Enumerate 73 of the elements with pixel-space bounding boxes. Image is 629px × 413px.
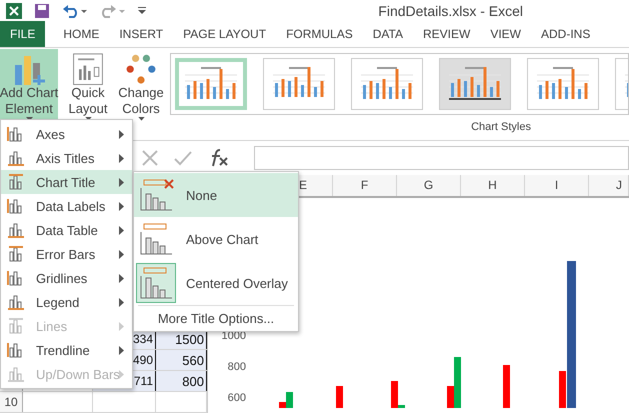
chart-element-icon	[7, 174, 25, 190]
submenu-arrow-icon	[119, 250, 124, 259]
menu-item[interactable]: Chart Title	[1, 170, 132, 194]
submenu-arrow-icon	[119, 322, 124, 331]
ribbon-tab[interactable]: FORMULAS	[276, 21, 363, 47]
submenu-item[interactable]: Above Chart	[134, 217, 298, 261]
menu-item[interactable]: Error Bars	[1, 242, 132, 266]
ribbon-tab[interactable]: INSERT	[109, 21, 174, 47]
customize-toolbar-icon	[138, 6, 146, 15]
ribbon-tab[interactable]: REVIEW	[412, 21, 480, 47]
quick-layout-icon	[71, 52, 105, 86]
ribbon-tab[interactable]: PAGE LAYOUT	[173, 21, 276, 47]
chart-style-option[interactable]	[263, 58, 335, 110]
row-header[interactable]: 10	[0, 392, 23, 412]
more-options-item[interactable]: More Title Options...	[138, 305, 294, 330]
enter-icon	[174, 150, 192, 166]
chart-style-option[interactable]	[439, 58, 511, 110]
menu-item[interactable]: Axis Titles	[1, 146, 132, 170]
submenu-item[interactable]: None	[134, 173, 298, 217]
submenu-arrow-icon	[119, 130, 124, 139]
chart-element-icon	[7, 294, 25, 310]
ribbon-tab[interactable]: DATA	[362, 21, 413, 47]
cancel-icon	[142, 150, 158, 166]
ribbon-tab[interactable]: ADD-INS	[531, 21, 600, 47]
file-tab[interactable]: FILE	[0, 21, 46, 47]
group-label: Chart Styles	[471, 120, 531, 135]
ribbon-tab[interactable]: VIEW	[480, 21, 531, 47]
undo-icon	[62, 4, 88, 18]
chart-style-option[interactable]	[527, 58, 599, 110]
menu-item[interactable]: Data Table	[1, 218, 132, 242]
submenu-arrow-icon	[119, 298, 124, 307]
save-icon	[34, 2, 50, 19]
menu-item[interactable]: Gridlines	[1, 266, 132, 290]
window-title: FindDetails.xlsx - Excel	[378, 2, 523, 19]
submenu-arrow-icon	[119, 226, 124, 235]
chart-element-icon	[7, 222, 25, 238]
formula-input[interactable]	[254, 146, 629, 170]
no-title-icon	[138, 178, 174, 212]
submenu-arrow-icon	[119, 370, 124, 379]
column-header[interactable]: J	[589, 174, 629, 196]
chart-element-icon	[7, 318, 25, 334]
caret-icon	[138, 117, 144, 121]
column-header[interactable]: F	[333, 174, 397, 196]
menu-item[interactable]: Legend	[1, 290, 132, 314]
chart-title-icon	[138, 266, 174, 300]
axis-label: 600	[228, 392, 246, 404]
submenu-arrow-icon	[119, 202, 124, 211]
chart-element-icon	[7, 150, 25, 166]
chart-style-option[interactable]	[351, 58, 423, 110]
ribbon-button[interactable]: Change Colors	[118, 48, 164, 121]
excel-logo-icon	[6, 2, 22, 19]
column-header[interactable]: G	[397, 174, 461, 196]
table-cell: 560	[156, 350, 207, 370]
chart-element-icon	[7, 246, 25, 262]
submenu-arrow-icon	[119, 178, 124, 187]
submenu-arrow-icon	[119, 346, 124, 355]
chart-style-option[interactable]	[175, 58, 247, 110]
submenu-arrow-icon	[119, 274, 124, 283]
ribbon-tab[interactable]: HOME	[53, 21, 110, 47]
axis-label: 800	[228, 361, 246, 373]
ribbon-button[interactable]: Quick Layout	[62, 48, 114, 121]
redo-icon	[100, 4, 126, 18]
menu-item[interactable]: Axes	[1, 122, 132, 146]
submenu-item[interactable]: Centered Overlay	[134, 261, 298, 305]
chart-title-icon	[138, 222, 174, 256]
table-cell: 800	[156, 371, 207, 391]
column-header[interactable]: H	[461, 174, 525, 196]
column-header[interactable]: I	[525, 174, 589, 196]
chart-bar	[336, 386, 343, 408]
menu-item[interactable]: Data Labels	[1, 194, 132, 218]
chart-bar	[503, 365, 510, 408]
submenu-arrow-icon	[119, 154, 124, 163]
chart-element-icon	[7, 366, 25, 382]
